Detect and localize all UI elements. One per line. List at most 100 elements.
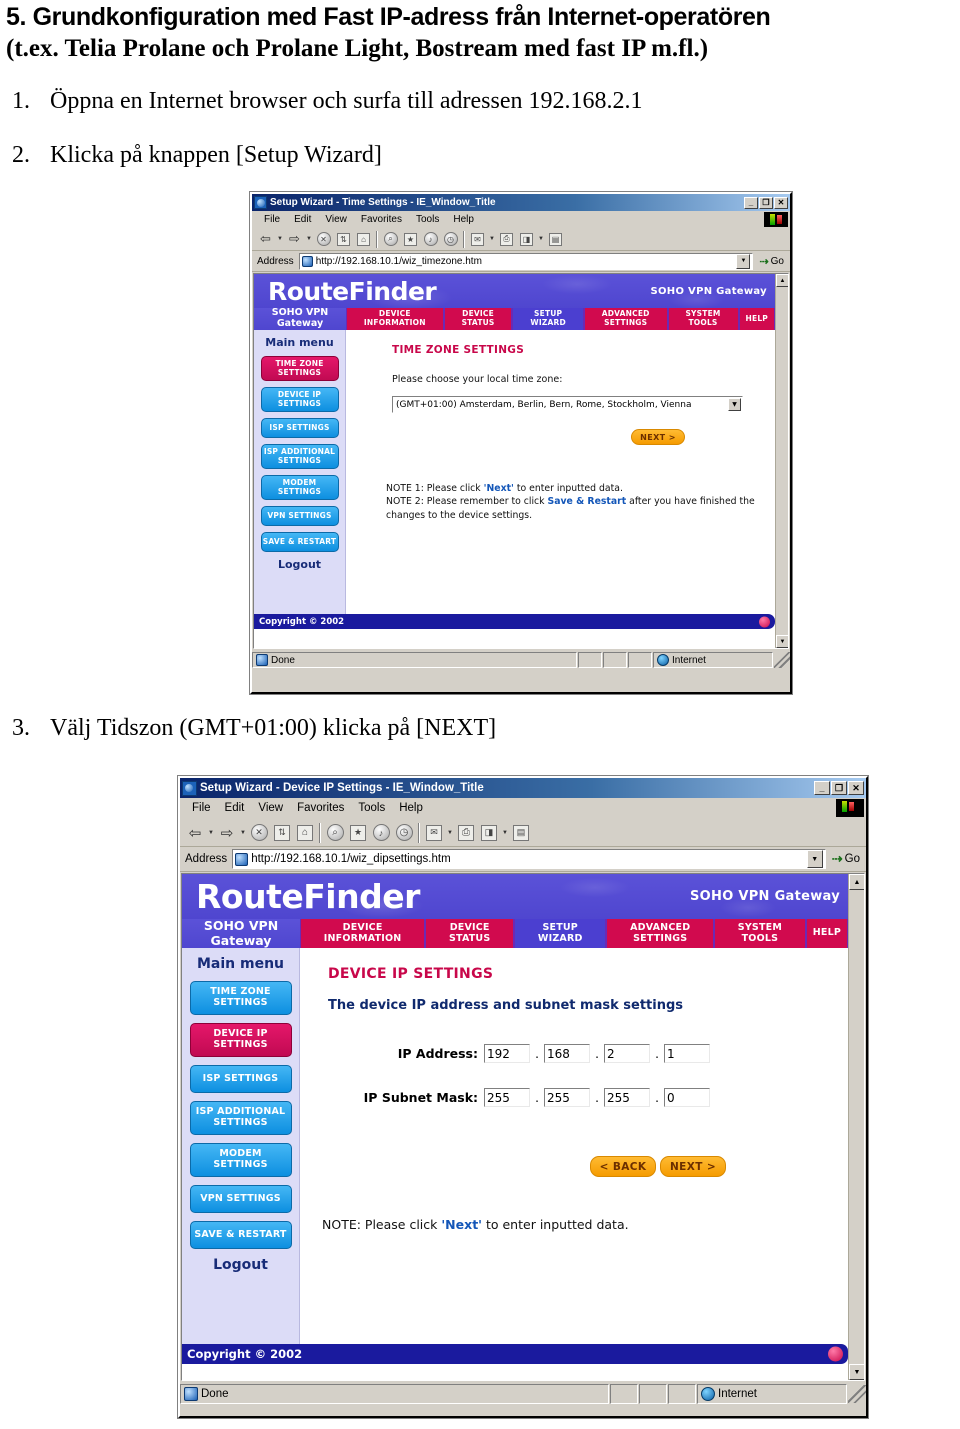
go-button[interactable]: ⇢ Go <box>829 851 863 867</box>
address-dropdown-icon[interactable]: ▼ <box>806 850 823 868</box>
forward-icon[interactable]: ⇨ <box>285 230 304 249</box>
window1-vertical-scrollbar[interactable]: ▲ ▼ <box>775 274 788 648</box>
home-icon[interactable]: ⌂ <box>294 822 316 844</box>
next-button[interactable]: NEXT > <box>660 1156 726 1177</box>
window2-titlebar[interactable]: Setup Wizard - Device IP Settings - IE_W… <box>180 778 866 798</box>
sidebar-item-time-zone-settings[interactable]: TIME ZONE SETTINGS <box>260 356 339 381</box>
subnet-octet-2[interactable]: 255 <box>544 1088 590 1107</box>
logout-link[interactable]: Logout <box>278 558 321 571</box>
scroll-down-button[interactable]: ▼ <box>849 1364 864 1380</box>
menu-help[interactable]: Help <box>392 802 430 814</box>
discuss-icon[interactable]: ▤ <box>510 822 532 844</box>
search-icon[interactable]: ⌕ <box>324 822 346 844</box>
window2-addressbar[interactable]: Address http://192.168.10.1/wiz_dipsetti… <box>180 847 866 872</box>
mail-dropdown-icon[interactable]: ▼ <box>488 230 496 249</box>
menu-file[interactable]: File <box>257 214 287 225</box>
ip-octet-2[interactable]: 168 <box>544 1044 590 1063</box>
window2-toolbar[interactable]: ⇦ ▼ ⇨ ▼ ✕ ⇅ ⌂ ⌕ ★ ♪ ◷ ✉ ▼ ⎙ ◨ ▼ ▤ <box>180 819 866 847</box>
mail-icon[interactable]: ✉ <box>423 822 445 844</box>
sidebar-item-modem-settings[interactable]: MODEM SETTINGS <box>189 1143 292 1177</box>
menu-file[interactable]: File <box>185 802 218 814</box>
browser-window-device-ip-settings[interactable]: Setup Wizard - Device IP Settings - IE_W… <box>178 776 868 1418</box>
stop-icon[interactable]: ✕ <box>248 822 270 844</box>
tab-device-status[interactable]: DEVICE STATUS <box>443 308 513 330</box>
edit-icon[interactable]: ◨ <box>517 230 536 249</box>
ip-octet-4[interactable]: 1 <box>664 1044 710 1063</box>
favorites-icon[interactable]: ★ <box>401 230 420 249</box>
minimize-button[interactable]: _ <box>744 196 758 209</box>
sidebar-item-isp-additional-settings[interactable]: ISP ADDITIONAL SETTINGS <box>260 444 339 469</box>
sidebar-item-isp-additional-settings[interactable]: ISP ADDITIONAL SETTINGS <box>189 1101 292 1135</box>
scroll-down-button[interactable]: ▼ <box>776 635 788 648</box>
menu-edit[interactable]: Edit <box>287 214 318 225</box>
timezone-select[interactable]: (GMT+01:00) Amsterdam, Berlin, Bern, Rom… <box>392 396 743 413</box>
discuss-icon[interactable]: ▤ <box>546 230 565 249</box>
browser-window-time-settings[interactable]: Setup Wizard - Time Settings - IE_Window… <box>250 192 792 694</box>
address-input[interactable]: http://192.168.10.1/wiz_dipsettings.htm … <box>232 849 826 869</box>
search-icon[interactable]: ⌕ <box>381 230 400 249</box>
scroll-up-button[interactable]: ▲ <box>776 274 788 287</box>
minimize-button[interactable]: _ <box>814 781 830 795</box>
sidebar-item-isp-settings[interactable]: ISP SETTINGS <box>260 418 339 438</box>
print-icon[interactable]: ⎙ <box>497 230 516 249</box>
tab-device-information[interactable]: DEVICE INFORMATION <box>300 919 426 948</box>
mail-icon[interactable]: ✉ <box>468 230 487 249</box>
window1-menubar[interactable]: File Edit View Favorites Tools Help <box>252 211 790 228</box>
menu-view[interactable]: View <box>318 214 354 225</box>
favorites-icon[interactable]: ★ <box>347 822 369 844</box>
edit-dropdown-icon[interactable]: ▼ <box>501 822 509 844</box>
sidebar-item-save-and-restart[interactable]: SAVE & RESTART <box>189 1221 292 1249</box>
back-icon[interactable]: ⇦ <box>256 230 275 249</box>
close-button[interactable]: ✕ <box>774 196 788 209</box>
window1-toolbar[interactable]: ⇦ ▼ ⇨ ▼ ✕ ⇅ ⌂ ⌕ ★ ♪ ◷ ✉ ▼ ⎙ ◨ ▼ ▤ <box>252 228 790 251</box>
back-dropdown-icon[interactable]: ▼ <box>276 230 284 249</box>
edit-icon[interactable]: ◨ <box>478 822 500 844</box>
print-icon[interactable]: ⎙ <box>455 822 477 844</box>
history-icon[interactable]: ◷ <box>441 230 460 249</box>
window2-sidebar[interactable]: Main menu TIME ZONE SETTINGS DEVICE IP S… <box>182 948 300 1344</box>
back-icon[interactable]: ⇦ <box>184 822 206 844</box>
refresh-icon[interactable]: ⇅ <box>271 822 293 844</box>
window1-navbar[interactable]: SOHO VPN Gateway DEVICE INFORMATION DEVI… <box>254 307 775 330</box>
sidebar-item-device-ip-settings[interactable]: DEVICE IP SETTINGS <box>189 1023 292 1057</box>
tab-setup-wizard[interactable]: SETUP WIZARD <box>512 308 584 330</box>
menu-tools[interactable]: Tools <box>351 802 392 814</box>
ip-octet-3[interactable]: 2 <box>604 1044 650 1063</box>
mail-dropdown-icon[interactable]: ▼ <box>446 822 454 844</box>
next-button[interactable]: NEXT > <box>631 429 685 445</box>
tab-help[interactable]: HELP <box>805 919 848 948</box>
window1-titlebar[interactable]: Setup Wizard - Time Settings - IE_Window… <box>252 194 790 211</box>
logout-link[interactable]: Logout <box>213 1257 268 1273</box>
subnet-mask-row[interactable]: IP Subnet Mask: 255 . 255 . 255 . 0 <box>328 1088 748 1107</box>
back-button[interactable]: < BACK <box>590 1156 656 1177</box>
window2-navbar[interactable]: SOHO VPN Gateway DEVICE INFORMATION DEVI… <box>182 918 848 948</box>
sidebar-item-vpn-settings[interactable]: VPN SETTINGS <box>189 1185 292 1213</box>
menu-help[interactable]: Help <box>446 214 481 225</box>
window2-vertical-scrollbar[interactable]: ▲ ▼ <box>848 874 864 1380</box>
tab-setup-wizard[interactable]: SETUP WIZARD <box>514 919 607 948</box>
window1-addressbar[interactable]: Address http://192.168.10.1/wiz_timezone… <box>252 251 790 272</box>
scroll-up-button[interactable]: ▲ <box>849 874 864 890</box>
window2-controls[interactable]: _ ❐ ✕ <box>814 781 864 795</box>
window1-controls[interactable]: _ ❐ ✕ <box>744 196 788 209</box>
sidebar-item-vpn-settings[interactable]: VPN SETTINGS <box>260 506 339 526</box>
forward-dropdown-icon[interactable]: ▼ <box>239 822 247 844</box>
history-icon[interactable]: ◷ <box>393 822 415 844</box>
window2-menubar[interactable]: File Edit View Favorites Tools Help <box>180 798 866 819</box>
maximize-button[interactable]: ❐ <box>831 781 847 795</box>
nav-tabs[interactable]: DEVICE INFORMATION DEVICE STATUS SETUP W… <box>346 308 775 330</box>
menu-favorites[interactable]: Favorites <box>354 214 409 225</box>
sidebar-item-isp-settings[interactable]: ISP SETTINGS <box>189 1065 292 1093</box>
home-icon[interactable]: ⌂ <box>354 230 373 249</box>
sidebar-item-save-and-restart[interactable]: SAVE & RESTART <box>260 532 339 552</box>
chevron-down-icon[interactable]: ▼ <box>728 398 741 411</box>
tab-system-tools[interactable]: SYSTEM TOOLS <box>714 919 806 948</box>
stop-icon[interactable]: ✕ <box>314 230 333 249</box>
tab-system-tools[interactable]: SYSTEM TOOLS <box>667 308 739 330</box>
sidebar-item-device-ip-settings[interactable]: DEVICE IP SETTINGS <box>260 387 339 412</box>
wizard-button-group[interactable]: < BACK NEXT > <box>590 1156 726 1177</box>
resize-grip-icon[interactable] <box>848 1385 866 1403</box>
menu-tools[interactable]: Tools <box>409 214 446 225</box>
edit-dropdown-icon[interactable]: ▼ <box>537 230 545 249</box>
tab-help[interactable]: HELP <box>738 308 775 330</box>
